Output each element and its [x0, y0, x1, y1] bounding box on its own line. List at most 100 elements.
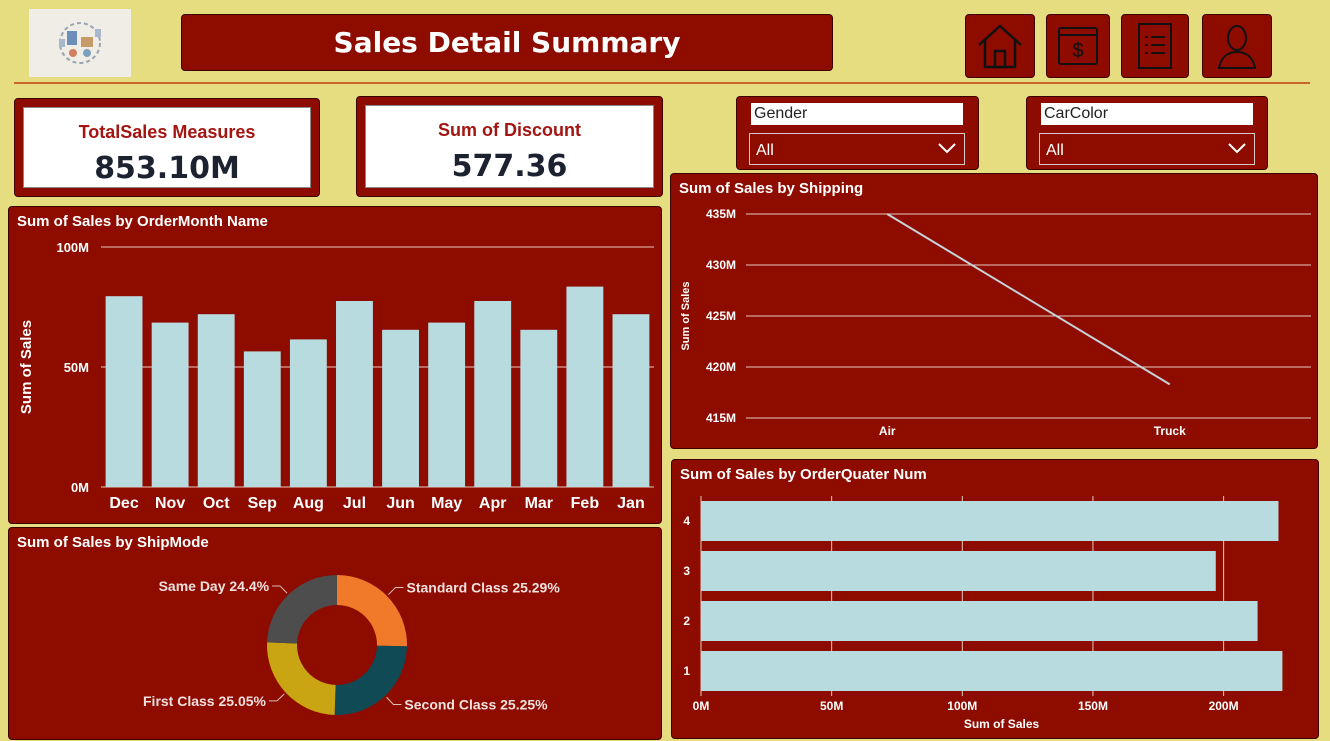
y-tick-label: 4: [683, 514, 690, 528]
slice-label: Same Day 24.4%: [159, 578, 270, 594]
carcolor-dropdown-value: All: [1046, 142, 1064, 159]
x-tick-label: May: [431, 495, 462, 512]
x-tick-label: 200M: [1209, 699, 1239, 713]
bar: [336, 301, 373, 487]
bar: [428, 322, 466, 487]
discount-label: Sum of Discount: [438, 120, 581, 140]
x-tick-label: Truck: [1154, 424, 1186, 438]
bar: [289, 339, 327, 487]
quarter-sales-chart-panel: Sum of Sales by OrderQuater Num 0M 50M 100…: [671, 459, 1319, 739]
dollar-document-icon: $: [1058, 27, 1098, 65]
gender-slicer: Gender All: [736, 96, 979, 170]
bar: [701, 551, 1216, 591]
y-axis-label: Sum of Sales: [18, 320, 35, 414]
bar: [243, 351, 281, 487]
donut-slice: [267, 575, 337, 644]
donut-slice: [337, 575, 408, 647]
y-tick-label: 430M: [706, 258, 736, 272]
bar: [105, 296, 143, 487]
y-tick-label: 50M: [64, 360, 89, 375]
y-tick-label: 3: [683, 564, 690, 578]
x-tick-label: Jan: [617, 495, 645, 512]
y-tick-label: 435M: [706, 207, 736, 221]
shipping-sales-chart-panel: Sum of Sales by Shipping 415M 420M 425M 430…: [670, 173, 1318, 449]
bar: [520, 329, 558, 487]
x-tick-label: Sep: [248, 495, 278, 512]
carcolor-slicer: CarColor All: [1026, 96, 1268, 170]
donut-slice: [267, 642, 336, 715]
y-tick-label: 425M: [706, 309, 736, 323]
carcolor-slicer-label: CarColor: [1041, 103, 1253, 125]
details-button[interactable]: [1121, 14, 1189, 78]
logo-graphic: [59, 22, 101, 64]
bar: [197, 314, 235, 487]
shipmode-sales-chart: Standard Class 25.29% Second Class 25.25%…: [143, 575, 561, 715]
month-sales-chart-panel: Sum of Sales by OrderMonth Name 0M 50M 100…: [8, 206, 662, 524]
x-axis-label: Sum of Sales: [964, 717, 1040, 731]
slice-label: First Class 25.05%: [143, 693, 267, 709]
x-tick-label: Nov: [155, 495, 185, 512]
shipmode-sales-chart-panel: Sum of Sales by ShipMode Standard Class …: [8, 527, 662, 740]
leader-line: [268, 693, 285, 702]
discount-card: Sum of Discount 577.36: [356, 96, 663, 197]
user-icon: [1217, 25, 1257, 69]
x-tick-label: Air: [879, 424, 896, 438]
x-tick-label: Jul: [343, 495, 366, 512]
x-tick-label: 0M: [693, 699, 710, 713]
header-divider: [14, 82, 1310, 84]
leader-line: [272, 585, 288, 594]
x-tick-label: Oct: [203, 495, 230, 512]
page-title: Sales Detail Summary: [181, 14, 833, 71]
bar: [701, 601, 1258, 641]
x-tick-label: 50M: [820, 699, 843, 713]
slice-label: Second Class 25.25%: [404, 696, 548, 712]
x-tick-label: Jun: [386, 495, 414, 512]
leader-line: [386, 696, 402, 705]
series-line: [886, 213, 1171, 386]
sales-button[interactable]: $: [1046, 14, 1110, 78]
x-tick-label: Feb: [571, 495, 600, 512]
x-tick-label: Mar: [525, 495, 553, 512]
shipping-sales-chart: 415M 420M 425M 430M 435M Air Truck Sum of Sales: [680, 207, 1311, 438]
y-tick-label: 100M: [56, 240, 89, 255]
discount-value: 577.36: [451, 149, 568, 184]
bar: [151, 322, 189, 487]
logo: [29, 9, 131, 77]
gender-dropdown-value: All: [756, 142, 774, 159]
month-sales-chart: 0M 50M 100M Dec Nov Oct Sep Aug Jul Jun May Apr Mar F…: [18, 240, 654, 512]
x-tick-label: Dec: [109, 495, 138, 512]
leader-line: [388, 587, 404, 595]
y-tick-label: 1: [683, 664, 690, 678]
x-tick-label: 150M: [1078, 699, 1108, 713]
slice-label: Standard Class 25.29%: [407, 580, 561, 596]
total-sales-label: TotalSales Measures: [78, 122, 256, 142]
bar: [612, 314, 650, 487]
bar: [701, 501, 1279, 541]
y-axis-label: Sum of Sales: [680, 281, 692, 350]
profile-button[interactable]: [1202, 14, 1272, 78]
svg-text:$: $: [1072, 40, 1083, 62]
x-tick-label: 100M: [947, 699, 977, 713]
total-sales-card-body: TotalSales Measures 853.10M: [23, 107, 311, 188]
chevron-down-icon: [1228, 143, 1246, 154]
home-button[interactable]: [965, 14, 1035, 78]
gender-slicer-label: Gender: [751, 103, 963, 125]
bar: [701, 651, 1283, 691]
x-tick-label: Aug: [293, 495, 324, 512]
y-tick-label: 415M: [706, 411, 736, 425]
total-sales-card: TotalSales Measures 853.10M: [14, 98, 320, 197]
total-sales-value: 853.10M: [94, 151, 240, 186]
list-document-icon: [1138, 23, 1172, 69]
gender-dropdown[interactable]: All: [749, 133, 965, 165]
chevron-down-icon: [938, 143, 956, 154]
carcolor-dropdown[interactable]: All: [1039, 133, 1255, 165]
y-tick-label: 2: [683, 614, 690, 628]
home-icon: [978, 24, 1022, 69]
bar: [382, 329, 419, 487]
bar: [566, 286, 604, 487]
y-tick-label: 0M: [71, 480, 89, 495]
x-tick-label: Apr: [479, 495, 507, 512]
bar: [474, 301, 512, 487]
discount-card-body: Sum of Discount 577.36: [365, 105, 654, 188]
quarter-sales-chart: 0M 50M 100M 150M 200M 4 3 2 1 Sum of Sales: [683, 496, 1283, 731]
